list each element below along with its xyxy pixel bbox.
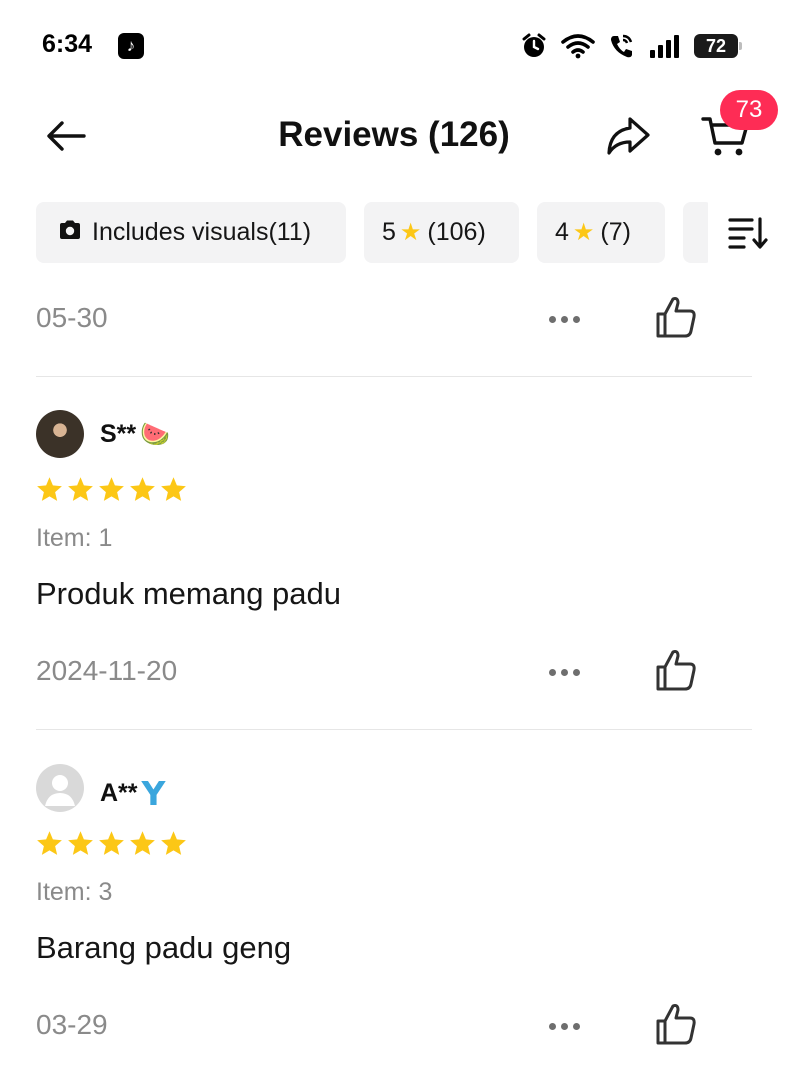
divider [36, 376, 752, 377]
more-options-button[interactable] [544, 294, 584, 344]
tiktok-icon: ♪ [118, 33, 144, 59]
like-button[interactable] [654, 1001, 702, 1051]
star-icon: ★ [399, 219, 422, 246]
star-rating [36, 830, 187, 856]
signal-icon [650, 35, 679, 58]
star-icon [161, 477, 186, 501]
star-icon [161, 831, 186, 855]
review-footer: 03-29 [36, 1001, 752, 1051]
watermelon-emoji: 🍉 [140, 421, 171, 448]
more-options-button[interactable] [544, 647, 584, 697]
review-footer: 2024-11-20 [36, 647, 752, 697]
star-icon [68, 831, 93, 855]
filter-chip-5-star[interactable]: 5 ★ (106) [364, 202, 519, 263]
review-text: Produk memang padu [36, 576, 342, 611]
chip-star-number: 5 [382, 218, 396, 246]
battery-icon: 72 [694, 34, 742, 58]
page-title: Reviews (126) [278, 115, 510, 154]
wifi-call-icon [611, 34, 633, 58]
status-bar: 6:34 ♪ 72 [0, 0, 788, 90]
header: Reviews (126) [0, 95, 788, 177]
filter-chips: Includes visuals(11) 5 ★ (106) 4 ★ (7) [36, 202, 788, 264]
avatar[interactable] [36, 410, 84, 458]
review-date: 05-30 [36, 302, 108, 333]
thumbs-up-icon [656, 650, 696, 691]
item-variant: Item: 1 [36, 524, 113, 552]
sort-button[interactable] [708, 202, 788, 264]
status-time: 6:34 [42, 30, 93, 58]
star-icon [68, 477, 93, 501]
more-options-button[interactable] [544, 1001, 584, 1051]
filter-chip-includes-visuals[interactable]: Includes visuals(11) [36, 202, 346, 263]
review-date: 2024-11-20 [36, 655, 178, 686]
thumbs-up-icon [656, 297, 696, 338]
star-icon [130, 477, 155, 501]
reviewer-name: A** Y [100, 774, 165, 813]
review-date: 03-29 [36, 1009, 108, 1040]
star-rating [36, 476, 187, 502]
chip-count: (106) [427, 218, 486, 246]
star-icon [130, 831, 155, 855]
item-variant: Item: 3 [36, 878, 113, 906]
reviewer-name-text: A** [100, 779, 138, 807]
reviewer-name-text: S** [100, 420, 137, 448]
divider [36, 729, 752, 730]
share-icon [607, 117, 650, 155]
status-icons: 72 [520, 30, 742, 62]
star-icon [99, 477, 124, 501]
alarm-icon [522, 33, 546, 57]
review-text: Barang padu geng [36, 930, 292, 965]
wifi-icon [561, 34, 595, 59]
reviewer-name-suffix: Y [141, 774, 166, 813]
cart-count-badge: 73 [720, 90, 778, 130]
like-button[interactable] [654, 647, 702, 697]
star-icon [37, 477, 62, 501]
default-avatar-icon [45, 775, 75, 806]
review-footer: 05-30 [36, 294, 752, 344]
share-button[interactable] [604, 113, 656, 159]
star-icon [99, 831, 124, 855]
chip-count: (7) [600, 218, 631, 246]
chip-star-number: 4 [555, 218, 569, 246]
thumbs-up-icon [656, 1004, 696, 1045]
like-button[interactable] [654, 294, 702, 344]
filter-chip-4-star[interactable]: 4 ★ (7) [537, 202, 665, 263]
star-icon [37, 831, 62, 855]
star-icon: ★ [572, 219, 595, 246]
avatar[interactable] [36, 764, 84, 812]
camera-icon [58, 218, 82, 247]
reviewer-name: S** 🍉 [100, 420, 170, 449]
sort-icon [728, 217, 768, 249]
chip-label: Includes visuals(11) [92, 218, 312, 246]
